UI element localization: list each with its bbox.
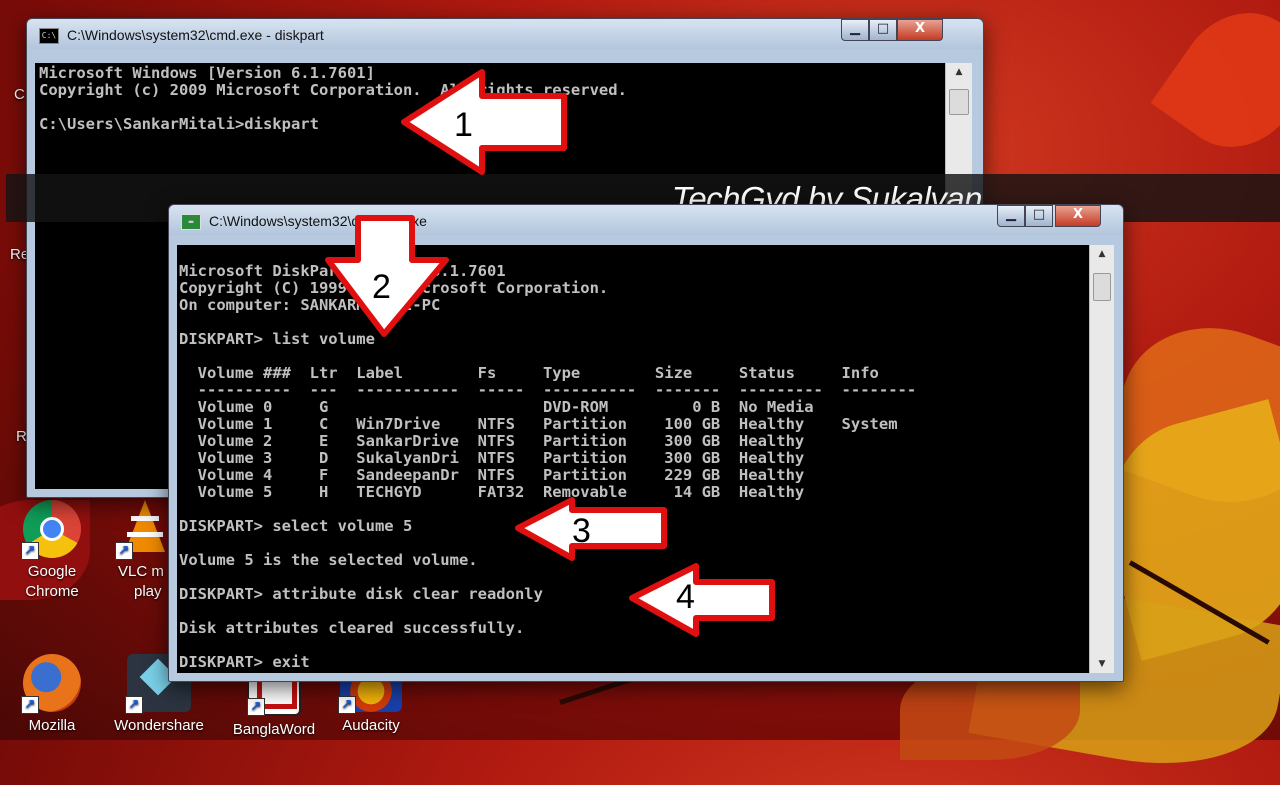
desktop-icon-label: Mozilla <box>28 717 76 734</box>
window-title: C:\Windows\system32\cmd.exe - diskpart <box>67 27 324 43</box>
volume-table-row: Volume 0 G DVD-ROM 0 B No Media <box>179 398 814 416</box>
chrome-icon: ↗ <box>21 500 81 560</box>
desktop-icon-mozilla[interactable]: ↗ Mozilla <box>12 654 92 736</box>
volume-table-row: Volume 2 E SankarDrive NTFS Partition 30… <box>179 432 805 450</box>
scrollbar-thumb[interactable] <box>949 89 969 115</box>
annotation-number: 4 <box>676 578 695 616</box>
annotation-arrow-3: 3 <box>515 497 667 561</box>
annotation-number: 2 <box>372 268 391 306</box>
volume-table-header: Volume ### Ltr Label Fs Type Size Status… <box>179 364 879 382</box>
arrow-shape <box>401 69 567 175</box>
desktop-icon-google-chrome[interactable]: ↗ Google Chrome <box>12 500 92 602</box>
minimize-button[interactable]: ▁ <box>841 19 869 41</box>
desktop-icon-label: Google <box>27 563 77 580</box>
shortcut-arrow-icon: ↗ <box>21 696 39 714</box>
scroll-up-arrow-icon[interactable]: ▲ <box>946 63 972 81</box>
console-line: DISKPART> exit <box>179 653 310 671</box>
desktop-icon-label: BanglaWord <box>232 721 316 738</box>
console-line: On computer: SANKARMITALI-PC <box>179 296 441 314</box>
desktop-icon-label-partial: C <box>14 86 25 103</box>
shortcut-arrow-icon: ↗ <box>115 542 133 560</box>
maximize-button[interactable]: □ <box>1025 205 1053 227</box>
desktop-icon-label: VLC m <box>118 563 164 580</box>
desktop-icon-label: Audacity <box>342 717 400 734</box>
shortcut-arrow-icon: ↗ <box>125 696 143 714</box>
maximize-button[interactable]: □ <box>869 19 897 41</box>
volume-table-separator: ---------- --- ----------- ----- -------… <box>179 381 917 399</box>
firefox-icon: ↗ <box>21 654 81 714</box>
arrow-shape <box>629 563 775 637</box>
desktop-icon-label: Wondershare <box>114 717 204 734</box>
diskpart-app-icon: ▬ <box>181 214 201 230</box>
scroll-up-arrow-icon[interactable]: ▲ <box>1090 245 1114 263</box>
annotation-number: 3 <box>572 512 591 550</box>
vertical-scrollbar[interactable]: ▲ ▼ <box>1089 245 1114 673</box>
console-line: Copyright (C) 1999-2008 Microsoft Corpor… <box>179 279 609 297</box>
arrow-shape <box>515 497 667 561</box>
cmd-app-icon: C:\ <box>39 28 59 44</box>
window-titlebar[interactable]: ▬ C:\Windows\system32\diskpart.exe ▁ □ X <box>169 205 1123 235</box>
volume-table-row: Volume 1 C Win7Drive NTFS Partition 100 … <box>179 415 898 433</box>
volume-table-row: Volume 4 F SandeepanDr NTFS Partition 22… <box>179 466 805 484</box>
desktop-icon-vlc[interactable]: ↗ VLC m play <box>108 500 176 602</box>
console-line: Microsoft DiskPart version 6.1.7601 <box>179 262 506 280</box>
shortcut-arrow-icon: ↗ <box>21 542 39 560</box>
desktop-icon-label: play <box>134 583 162 600</box>
minimize-button[interactable]: ▁ <box>997 205 1025 227</box>
annotation-arrow-1: 1 <box>401 69 567 175</box>
window-titlebar[interactable]: C:\ C:\Windows\system32\cmd.exe - diskpa… <box>27 19 983 49</box>
annotation-number: 1 <box>454 106 473 144</box>
desktop-icon-label: Chrome <box>25 583 79 600</box>
annotation-arrow-4: 4 <box>629 563 775 637</box>
annotation-arrow-2: 2 <box>325 215 449 337</box>
console-line: DISKPART> list volume <box>179 330 375 348</box>
scroll-down-arrow-icon[interactable]: ▼ <box>1090 655 1114 673</box>
close-button[interactable]: X <box>1055 205 1101 227</box>
close-button[interactable]: X <box>897 19 943 41</box>
scrollbar-thumb[interactable] <box>1093 273 1111 301</box>
shortcut-arrow-icon: ↗ <box>338 696 356 714</box>
shortcut-arrow-icon: ↗ <box>247 698 265 716</box>
volume-table-row: Volume 3 D SukalyanDri NTFS Partition 30… <box>179 449 805 467</box>
vlc-icon: ↗ <box>115 500 167 560</box>
